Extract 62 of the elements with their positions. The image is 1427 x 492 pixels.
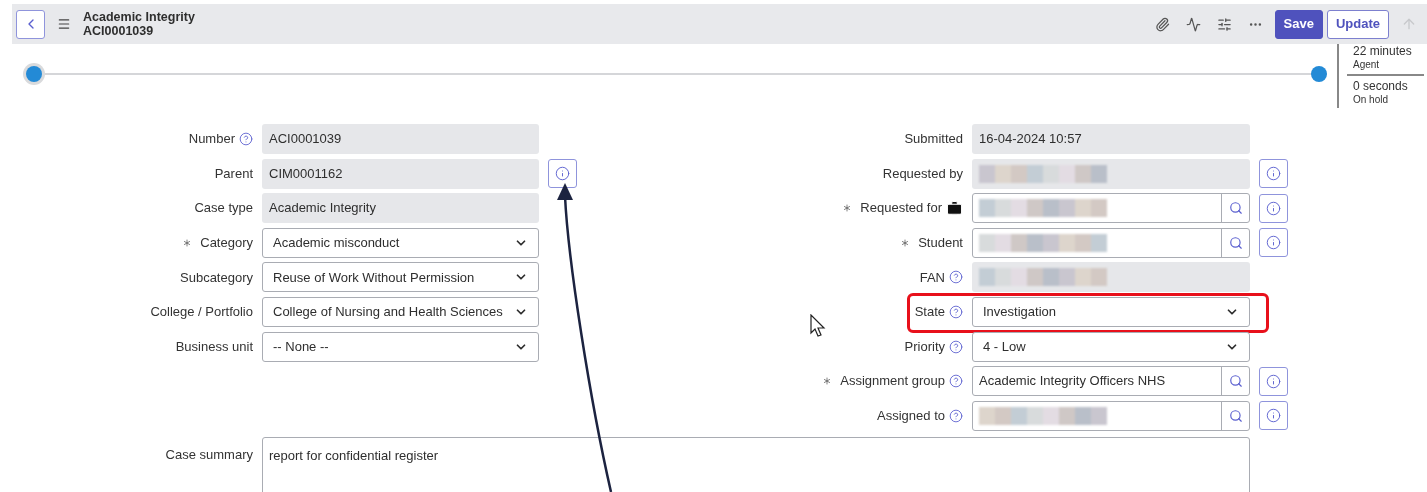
readonly-field: CIM0001162 bbox=[262, 158, 539, 189]
timer-value: 22 minutes bbox=[1353, 45, 1413, 58]
timer-value: 0 seconds bbox=[1353, 80, 1409, 93]
dropdown-field[interactable]: Investigation bbox=[972, 296, 1250, 327]
case-summary-textarea[interactable]: report for confidential register bbox=[262, 436, 1250, 492]
info-icon bbox=[1266, 408, 1281, 424]
update-button[interactable]: Update bbox=[1326, 9, 1389, 39]
field-label: College / Portfolio bbox=[150, 303, 253, 322]
field-label: Business unit bbox=[175, 337, 253, 356]
dropdown-field[interactable]: Reuse of Work Without Permission bbox=[262, 262, 539, 293]
sliders-icon[interactable] bbox=[1216, 16, 1232, 32]
info-button[interactable] bbox=[1259, 228, 1288, 258]
field-label: State bbox=[914, 303, 945, 322]
info-button[interactable] bbox=[1259, 401, 1288, 431]
pulse-icon[interactable] bbox=[1185, 16, 1201, 32]
dropdown-field[interactable]: Academic misconduct bbox=[262, 227, 539, 258]
info-icon bbox=[1266, 166, 1281, 182]
back-button[interactable] bbox=[16, 9, 45, 39]
readonly-field: ACI0001039 bbox=[262, 124, 539, 154]
info-icon bbox=[1266, 200, 1281, 216]
field-label: Assignment group bbox=[840, 372, 945, 391]
search-icon bbox=[1228, 201, 1243, 216]
info-button[interactable] bbox=[1259, 159, 1288, 189]
field-label: Case summary bbox=[164, 445, 253, 464]
field-label: Parent bbox=[214, 164, 253, 183]
field-label: Requested by bbox=[882, 164, 963, 183]
lookup-field[interactable] bbox=[972, 193, 1250, 224]
field-label: FAN bbox=[919, 268, 945, 287]
field-label: Requested for bbox=[860, 199, 942, 218]
field-label: Subcategory bbox=[180, 268, 253, 287]
info-button[interactable] bbox=[1259, 366, 1288, 396]
field-label: Student bbox=[918, 234, 963, 253]
record-title: Academic Integrity bbox=[83, 10, 195, 24]
info-button[interactable] bbox=[548, 159, 577, 189]
lookup-field[interactable]: Academic Integrity Officers NHS bbox=[972, 366, 1250, 397]
field-label: Case type bbox=[194, 199, 253, 218]
menu-icon[interactable] bbox=[57, 17, 71, 31]
field-label: Category bbox=[200, 234, 253, 253]
info-button[interactable] bbox=[1259, 193, 1288, 223]
timer-label: On hold bbox=[1353, 93, 1390, 106]
search-icon bbox=[1228, 408, 1243, 423]
search-icon bbox=[1228, 374, 1243, 389]
paperclip-icon[interactable] bbox=[1154, 16, 1170, 32]
field-label: Submitted bbox=[904, 130, 963, 149]
field-label: Assigned to bbox=[877, 407, 945, 425]
info-icon bbox=[555, 166, 570, 182]
dropdown-field[interactable]: 4 - Low bbox=[972, 331, 1250, 362]
search-icon bbox=[1228, 235, 1243, 250]
readonly-field: Academic Integrity bbox=[262, 193, 539, 224]
info-icon bbox=[1266, 373, 1281, 389]
field-label: Priority bbox=[904, 337, 945, 356]
dropdown-field[interactable]: College of Nursing and Health Sciences bbox=[262, 296, 539, 327]
lookup-field[interactable] bbox=[972, 400, 1250, 431]
dropdown-field[interactable]: -- None -- bbox=[262, 331, 539, 362]
timer-label: Agent bbox=[1353, 58, 1381, 71]
record-number: ACI0001039 bbox=[83, 24, 155, 38]
field-label: Number bbox=[188, 130, 235, 149]
lookup-field[interactable] bbox=[972, 227, 1250, 258]
mouse-cursor-icon bbox=[810, 314, 826, 338]
save-button[interactable]: Save bbox=[1274, 9, 1323, 39]
readonly-field: 16-04-2024 10:57 bbox=[972, 124, 1250, 154]
info-icon bbox=[1266, 235, 1281, 251]
